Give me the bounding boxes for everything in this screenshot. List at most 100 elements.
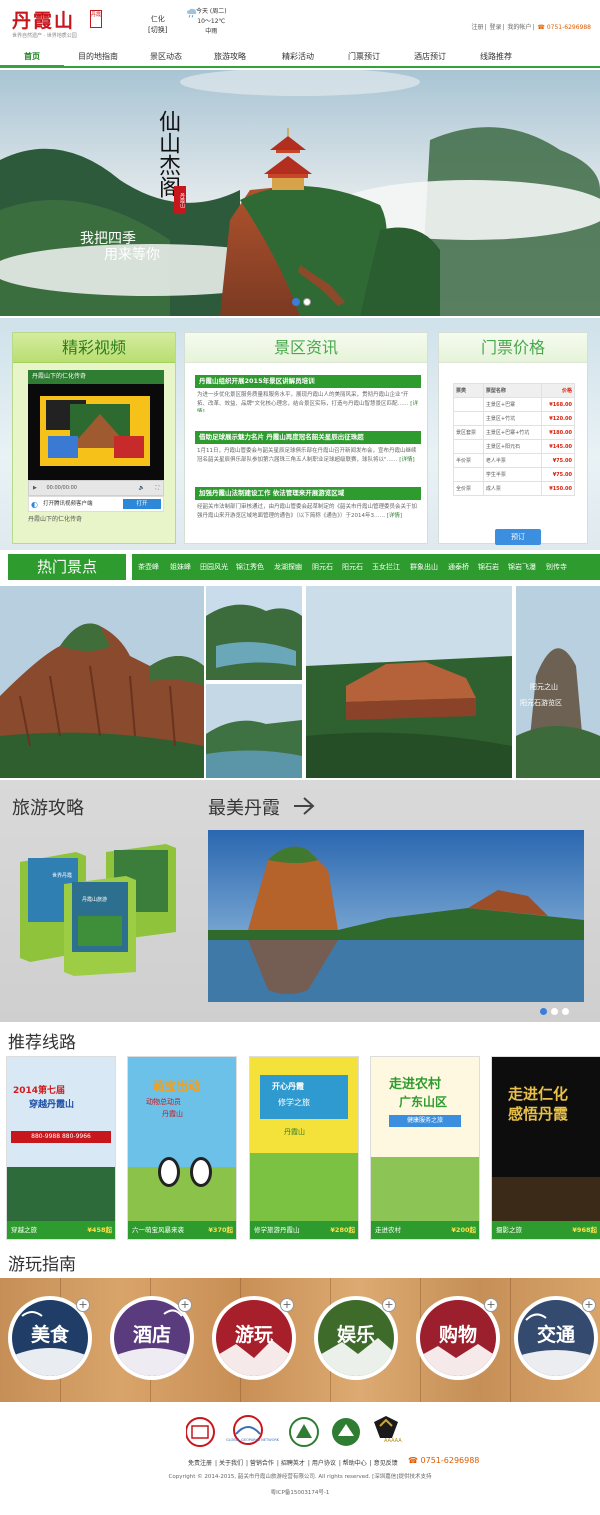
- site-logo[interactable]: 丹霞山 丹霞 世界自然遗产 · 世界地质公园: [12, 6, 104, 42]
- volume-icon[interactable]: 🔈: [139, 481, 145, 495]
- spot-tag[interactable]: 姐妹峰: [170, 554, 191, 580]
- route-card[interactable]: 2014第七届 穿越丹霞山 880-9988 880-9966 穿越之旅 ¥458…: [6, 1056, 116, 1240]
- banner-dot-1[interactable]: [292, 298, 300, 306]
- table-row[interactable]: 主景区+巴寨 ¥168.00: [453, 397, 576, 412]
- my-account-link[interactable]: 我的帐户: [507, 24, 531, 31]
- spot-tag[interactable]: 锦石岩: [478, 554, 499, 580]
- news-more-link[interactable]: [详情]: [399, 457, 414, 463]
- gallery-image[interactable]: [306, 586, 512, 778]
- fullscreen-icon[interactable]: ⛶: [155, 481, 159, 495]
- guide-transport[interactable]: 交通 +: [514, 1296, 598, 1380]
- spot-tag[interactable]: 锦江秀色: [236, 554, 264, 580]
- travel-dot-3[interactable]: [562, 1008, 569, 1015]
- guide-hotel[interactable]: 酒店 +: [110, 1296, 194, 1380]
- spot-tag[interactable]: 通泰桥: [448, 554, 469, 580]
- spot-tag[interactable]: 阴元石: [312, 554, 333, 580]
- plus-icon[interactable]: +: [76, 1298, 90, 1312]
- video-title[interactable]: 丹霞山下的仁化传奇: [28, 370, 164, 384]
- nav-routes[interactable]: 线路推荐: [464, 46, 528, 68]
- poster-text: 感悟丹霞: [508, 1105, 569, 1123]
- region-switch[interactable]: 仁化 [切换]: [148, 14, 167, 36]
- travel-dot-2[interactable]: [551, 1008, 558, 1015]
- footer-link[interactable]: 营销合作: [250, 1460, 274, 1467]
- spot-tag[interactable]: 田园风光: [200, 554, 228, 580]
- news-more-link[interactable]: [详情]: [387, 513, 402, 519]
- guide-shopping[interactable]: 购物 +: [416, 1296, 500, 1380]
- route-card[interactable]: 走进仁化 感悟丹霞 摄影之旅 ¥968起: [491, 1056, 600, 1240]
- info-section: 精彩视频 丹霞山下的仁化传奇 ▶ 00:00/00:00 🔈 ⛶ ◐ 打开腾讯视…: [0, 318, 600, 550]
- play-icon[interactable]: ▶: [33, 485, 37, 491]
- plus-icon[interactable]: +: [382, 1298, 396, 1312]
- video-caption[interactable]: 丹霞山下的仁化传奇: [28, 514, 82, 523]
- book-ticket-button[interactable]: 预订: [495, 529, 541, 545]
- icp-license[interactable]: 粤ICP备15003174号-1: [0, 1488, 600, 1496]
- plus-icon[interactable]: +: [178, 1298, 192, 1312]
- region-switch-link[interactable]: [切换]: [148, 25, 167, 36]
- ticket-category: [453, 467, 484, 482]
- poster-text: 开心丹霞: [272, 1082, 304, 1091]
- route-card[interactable]: 萌宝出动 动物总动员 丹霞山 六一萌宝风暴来袭 ¥370起: [127, 1056, 237, 1240]
- panda-icon: [190, 1157, 212, 1187]
- nav-news[interactable]: 景区动态: [134, 46, 198, 68]
- gallery-image[interactable]: [206, 684, 302, 778]
- video-player[interactable]: [28, 384, 164, 480]
- news-headline[interactable]: 借助足球展示魅力名片 丹霞山再度冠名韶关星辰出征珠超: [195, 431, 421, 444]
- gallery-image[interactable]: [0, 586, 204, 778]
- table-row[interactable]: 主景区+阳元石 ¥145.00: [453, 439, 576, 454]
- plus-icon[interactable]: +: [280, 1298, 294, 1312]
- ticket-type: 老人半票: [482, 453, 542, 468]
- table-row[interactable]: 半价票 老人半票 ¥75.00: [453, 453, 576, 468]
- hero-banner[interactable]: 仙山杰阁 丹霞山 我把四季 用来等你: [0, 70, 600, 316]
- travel-dot-1[interactable]: [540, 1008, 547, 1015]
- news-headline[interactable]: 加强丹霞山法制建设工作 依法管理来开展游览区域: [195, 487, 421, 500]
- open-client-button[interactable]: 打开: [123, 499, 161, 509]
- guide-entertainment[interactable]: 娱乐 +: [314, 1296, 398, 1380]
- nav-home[interactable]: 首页: [0, 46, 64, 68]
- spot-tag[interactable]: 茶壶峰: [138, 554, 159, 580]
- spot-tag[interactable]: 阳元石: [342, 554, 363, 580]
- footer-link[interactable]: 意见反馈: [374, 1460, 398, 1467]
- table-row[interactable]: 全价票 成人票 ¥150.00: [453, 481, 576, 496]
- news-headline[interactable]: 丹霞山组织开展2015年景区讲解员培训: [195, 375, 421, 388]
- nav-destination[interactable]: 目的地指南: [66, 46, 130, 68]
- footer-link[interactable]: 关于我们: [219, 1460, 243, 1467]
- guide-play[interactable]: 游玩 +: [212, 1296, 296, 1380]
- news-item: 加强丹霞山法制建设工作 依法管理来开展游览区域 经韶关市法制部门审核通过，由丹霞…: [195, 487, 421, 524]
- arrow-right-icon[interactable]: [292, 796, 316, 816]
- guidebooks-illustration[interactable]: 世界丹霞 丹霞山旅游: [16, 832, 192, 976]
- gallery-image[interactable]: [206, 586, 302, 680]
- travel-strategy-title[interactable]: 旅游攻略: [12, 794, 84, 820]
- footer-link[interactable]: 用户协议: [312, 1460, 336, 1467]
- nav-events[interactable]: 精彩活动: [266, 46, 330, 68]
- table-row[interactable]: 主景区+竹坑 ¥120.00: [453, 411, 576, 426]
- footer-link[interactable]: 招聘英才: [281, 1460, 305, 1467]
- spot-tag[interactable]: 龙湖探幽: [274, 554, 302, 580]
- nav-tickets[interactable]: 门票预订: [332, 46, 396, 68]
- footer-phone: ☎ 0751-6296988: [408, 1456, 479, 1465]
- route-card[interactable]: 开心丹霞 修学之旅 丹霞山 修学旅游丹霞山 ¥280起: [249, 1056, 359, 1240]
- login-link[interactable]: 登录: [489, 24, 501, 31]
- most-beautiful-image[interactable]: [208, 830, 584, 1002]
- video-panel-title: 精彩视频: [13, 333, 175, 363]
- video-controls[interactable]: ▶ 00:00/00:00 🔈 ⛶: [28, 480, 164, 496]
- footer-link[interactable]: 帮助中心: [343, 1460, 367, 1467]
- spot-tag[interactable]: 锦岩飞瀑: [508, 554, 536, 580]
- table-row[interactable]: 景区套票 主景区+巴寨+竹坑 ¥180.00: [453, 425, 576, 440]
- table-row[interactable]: 学生半票 ¥75.00: [453, 467, 576, 482]
- guide-label: 游玩: [234, 1324, 273, 1346]
- nav-hotels[interactable]: 酒店预订: [398, 46, 462, 68]
- spot-tag[interactable]: 群象出山: [410, 554, 438, 580]
- register-link[interactable]: 注册: [472, 24, 484, 31]
- gallery-image[interactable]: 阳元之山 阳元石游览区: [516, 586, 600, 778]
- route-card[interactable]: 走进农村 广东山区 健康服务之旅 走进农村 ¥200起: [370, 1056, 480, 1240]
- banner-dot-2[interactable]: [303, 298, 311, 306]
- hot-spots-title: 热门景点: [8, 554, 126, 580]
- most-beautiful-title[interactable]: 最美丹霞: [208, 794, 280, 820]
- nav-strategy[interactable]: 旅游攻略: [198, 46, 262, 68]
- spot-tag[interactable]: 玉女拦江: [372, 554, 400, 580]
- guide-food[interactable]: 美食 +: [8, 1296, 92, 1380]
- spot-tag[interactable]: 别传寺: [546, 554, 567, 580]
- plus-icon[interactable]: +: [582, 1298, 596, 1312]
- footer-link[interactable]: 免责注册: [188, 1460, 212, 1467]
- plus-icon[interactable]: +: [484, 1298, 498, 1312]
